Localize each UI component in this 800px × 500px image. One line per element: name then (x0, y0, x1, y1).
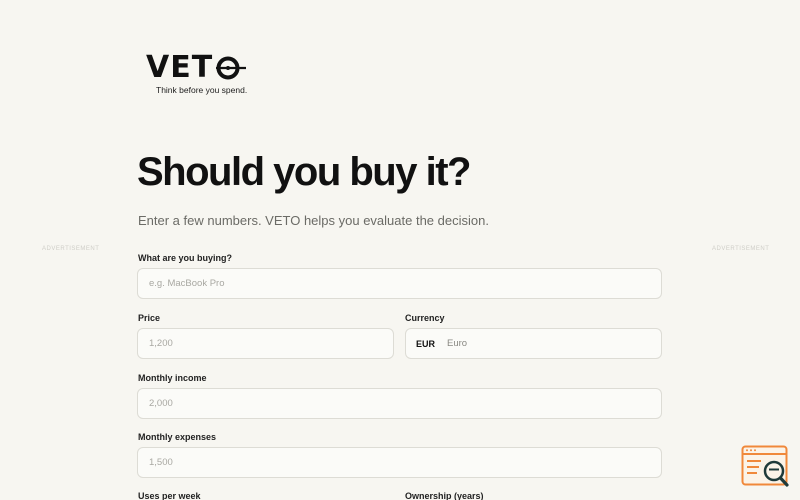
price-input[interactable] (137, 328, 394, 359)
income-label: Monthly income (138, 373, 207, 383)
page-subtitle: Enter a few numbers. VETO helps you eval… (138, 213, 489, 228)
item-input[interactable] (137, 268, 662, 299)
target-icon (216, 56, 247, 80)
logo-wordmark: VET (146, 52, 256, 84)
page: VET Think before you spend. ADVERTISEMEN… (0, 0, 800, 500)
logo-text: VET (146, 50, 214, 85)
expenses-label: Monthly expenses (138, 432, 217, 442)
currency-select[interactable]: EUR Euro (405, 328, 662, 359)
expenses-input[interactable] (137, 447, 662, 478)
veto-logo[interactable]: VET Think before you spend. (146, 52, 256, 96)
uses-label: Uses per week (138, 491, 201, 500)
advertisement-label-left: ADVERTISEMENT (42, 246, 100, 252)
ownership-label: Ownership (years) (405, 491, 484, 500)
currency-name: Euro (447, 338, 468, 349)
item-label: What are you buying? (138, 253, 233, 263)
logo-tagline: Think before you spend. (156, 85, 248, 95)
advertisement-label-right: ADVERTISEMENT (712, 246, 770, 252)
search-window-icon[interactable] (741, 445, 791, 489)
currency-label: Currency (405, 313, 445, 323)
currency-code: EUR (416, 338, 436, 349)
income-input[interactable] (137, 388, 662, 419)
page-title: Should you buy it? (137, 150, 471, 194)
price-label: Price (138, 313, 161, 323)
